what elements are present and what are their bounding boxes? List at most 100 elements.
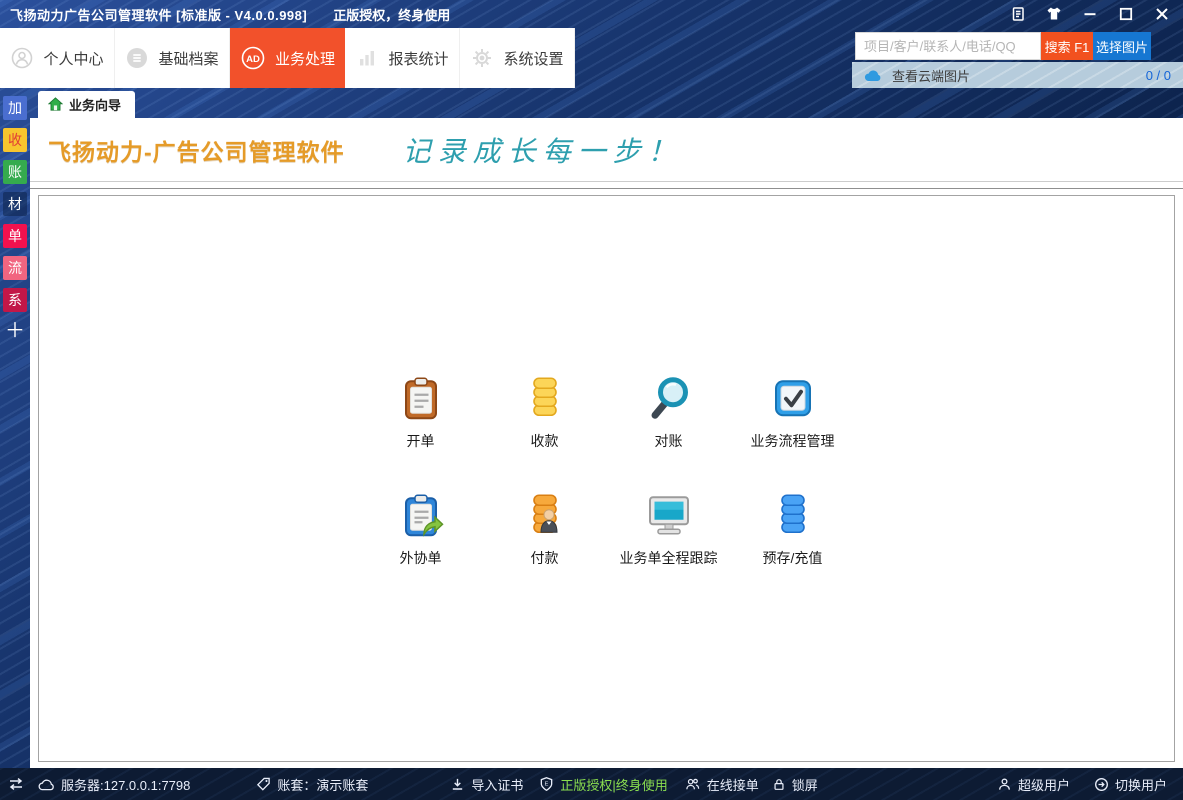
- current-user-label: 超级用户: [1018, 775, 1070, 794]
- svg-text:E: E: [545, 782, 549, 788]
- wizard-label: 开单: [407, 431, 435, 451]
- wizard-label: 外协单: [400, 548, 442, 568]
- clipboard-arrow-icon: [397, 491, 445, 539]
- window-controls: [1007, 3, 1183, 25]
- sidebar-item-3[interactable]: 材: [3, 192, 27, 216]
- shield-icon: E: [539, 776, 554, 792]
- brand-slogan: 记录成长每一步！: [403, 130, 683, 170]
- lock-screen[interactable]: 锁屏: [772, 775, 818, 794]
- nav-item-system-settings[interactable]: 系统设置: [460, 28, 575, 88]
- wizard-label: 对账: [655, 431, 683, 451]
- account-label: 账套：演示账套: [277, 775, 368, 794]
- nav-label: 个人中心: [43, 48, 103, 69]
- wizard-label: 收款: [531, 431, 559, 451]
- nav-item-business-processing[interactable]: AD 业务处理: [230, 28, 345, 88]
- select-image-button[interactable]: 选择图片: [1093, 32, 1151, 60]
- status-bar: 服务器:127.0.0.1:7798 账套：演示账套 导入证书 E 正版授权|终…: [0, 768, 1183, 800]
- user-icon: [10, 46, 34, 70]
- monitor-icon: [645, 491, 693, 539]
- wizard-item-reconciliation[interactable]: 对账: [607, 374, 731, 451]
- wizard-item-prepaid-recharge[interactable]: 预存/充值: [731, 491, 855, 568]
- license-status: E 正版授权|终身使用: [539, 775, 667, 794]
- cloud-bar-label: 查看云端图片: [892, 66, 970, 85]
- swap-arrows-icon[interactable]: [8, 776, 24, 792]
- sidebar-item-1[interactable]: 收: [3, 128, 27, 152]
- nav-label: 系统设置: [503, 48, 563, 69]
- wizard-item-receive-payment[interactable]: 收款: [483, 374, 607, 451]
- wizard-label: 预存/充值: [763, 548, 823, 568]
- search-input[interactable]: [855, 32, 1041, 60]
- import-certificate[interactable]: 导入证书: [450, 775, 523, 794]
- tag-icon: [256, 777, 271, 792]
- wizard-item-order-tracking[interactable]: 业务单全程跟踪: [607, 491, 731, 568]
- maximize-icon[interactable]: [1115, 3, 1137, 25]
- banner: 飞扬动力-广告公司管理软件 记录成长每一步！: [30, 118, 1183, 182]
- nav-item-report-statistics[interactable]: 报表统计: [345, 28, 460, 88]
- sidebar-item-4[interactable]: 单: [3, 224, 27, 248]
- window-title: 飞扬动力广告公司管理软件 [标准版 - V4.0.0.998]: [10, 5, 307, 24]
- switch-user-label: 切换用户: [1115, 775, 1167, 794]
- search-button[interactable]: 搜索 F1: [1041, 32, 1093, 60]
- notes-icon[interactable]: [1007, 3, 1029, 25]
- cloud-image-bar[interactable]: 查看云端图片 0 / 0: [852, 62, 1183, 88]
- blue-coins-icon: [769, 491, 817, 539]
- people-icon: [684, 777, 701, 792]
- sidebar-item-7[interactable]: ＋: [3, 320, 27, 344]
- svg-text:AD: AD: [246, 54, 260, 65]
- side-strip: 加 收 账 材 单 流 系 ＋: [0, 88, 30, 768]
- brand-title: 飞扬动力-广告公司管理软件: [48, 133, 345, 167]
- sidebar-item-5[interactable]: 流: [3, 256, 27, 280]
- sidebar-item-6[interactable]: 系: [3, 288, 27, 312]
- divider: [30, 188, 1183, 189]
- online-orders[interactable]: 在线接单: [684, 775, 759, 794]
- nav-label: 基础档案: [158, 48, 218, 69]
- close-icon[interactable]: [1151, 3, 1173, 25]
- lock-icon: [772, 777, 786, 792]
- wizard-panel: 开单 收款 对账: [38, 195, 1175, 762]
- online-orders-label: 在线接单: [707, 775, 759, 794]
- pay-coins-icon: [521, 491, 569, 539]
- nav-item-personal-center[interactable]: 个人中心: [0, 28, 115, 88]
- wizard-label: 业务单全程跟踪: [620, 548, 718, 568]
- account-set: 账套：演示账套: [256, 775, 368, 794]
- download-icon: [450, 777, 465, 792]
- list-icon: [125, 46, 149, 70]
- ad-badge-icon: AD: [240, 45, 266, 71]
- checkbox-icon: [769, 374, 817, 422]
- clipboard-icon: [397, 374, 445, 422]
- search-area: 搜索 F1 选择图片: [855, 32, 1151, 60]
- cloud-icon: [864, 68, 882, 82]
- minimize-icon[interactable]: [1079, 3, 1101, 25]
- nav-label: 报表统计: [388, 48, 448, 69]
- cloud-bar-count: 0 / 0: [1146, 68, 1171, 83]
- sidebar-item-0[interactable]: 加: [3, 96, 27, 120]
- license-label: 正版授权|终身使用: [560, 775, 667, 794]
- wizard-label: 业务流程管理: [751, 431, 835, 451]
- person-icon: [997, 777, 1012, 792]
- wizard-label: 付款: [531, 548, 559, 568]
- server-status: 服务器:127.0.0.1:7798: [38, 775, 190, 794]
- current-user[interactable]: 超级用户: [997, 775, 1070, 794]
- import-cert-label: 导入证书: [471, 775, 523, 794]
- server-label: 服务器:127.0.0.1:7798: [61, 775, 190, 794]
- wizard-item-make-payment[interactable]: 付款: [483, 491, 607, 568]
- wizard-item-create-order[interactable]: 开单: [359, 374, 483, 451]
- sidebar-item-2[interactable]: 账: [3, 160, 27, 184]
- switch-user[interactable]: 切换用户: [1094, 775, 1167, 794]
- cloud-outline-icon: [38, 778, 55, 791]
- main-area: 飞扬动力-广告公司管理软件 记录成长每一步！ 开单: [30, 118, 1183, 768]
- nav-item-base-archives[interactable]: 基础档案: [115, 28, 230, 88]
- lock-screen-label: 锁屏: [792, 775, 818, 794]
- title-bar: 飞扬动力广告公司管理软件 [标准版 - V4.0.0.998] 正版授权，终身使…: [0, 0, 1183, 28]
- tab-strip: 业务向导: [30, 88, 1183, 118]
- magnifier-icon: [645, 374, 693, 422]
- tab-label: 业务向导: [69, 95, 121, 114]
- tab-business-wizard[interactable]: 业务向导: [38, 91, 135, 118]
- wizard-item-outsourcing-order[interactable]: 外协单: [359, 491, 483, 568]
- gear-icon: [470, 46, 494, 70]
- main-nav: 个人中心 基础档案 AD 业务处理 报表统计 系统设置: [0, 28, 575, 88]
- skin-shirt-icon[interactable]: [1043, 3, 1065, 25]
- window-license-text: 正版授权，终身使用: [333, 5, 450, 24]
- gold-coins-icon: [521, 374, 569, 422]
- wizard-item-workflow-management[interactable]: 业务流程管理: [731, 374, 855, 451]
